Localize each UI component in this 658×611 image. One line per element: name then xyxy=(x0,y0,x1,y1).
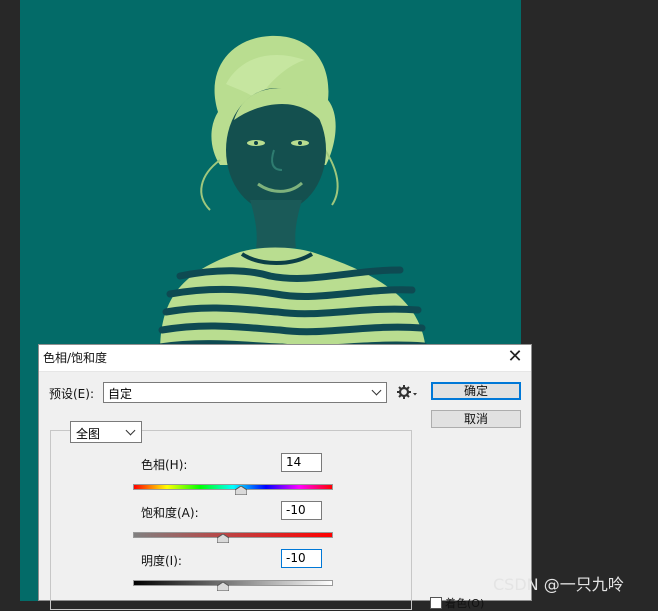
saturation-field[interactable]: -10 xyxy=(281,501,322,520)
ok-button[interactable]: 确定 xyxy=(431,382,521,400)
close-icon[interactable]: ✕ xyxy=(505,347,525,367)
lightness-label: 明度(I): xyxy=(141,554,182,568)
dialog-titlebar[interactable]: 色相/饱和度 ✕ xyxy=(39,345,531,372)
hue-saturation-dialog: 色相/饱和度 ✕ 预设(E): 自定 确定 取消 全图 色相(H): 14 饱和… xyxy=(38,344,532,610)
channel-select[interactable]: 全图 xyxy=(70,421,142,443)
chevron-down-icon xyxy=(371,385,382,396)
watermark: CSDN @一只九呤 xyxy=(493,575,624,594)
saturation-slider-thumb[interactable] xyxy=(217,534,230,543)
hue-field[interactable]: 14 xyxy=(281,453,322,472)
colorize-label: 着色(O) xyxy=(445,597,485,610)
lightness-field[interactable]: -10 xyxy=(281,549,322,568)
cancel-button[interactable]: 取消 xyxy=(431,410,521,428)
colorize-checkbox[interactable] xyxy=(430,597,442,609)
lightness-slider-thumb[interactable] xyxy=(217,582,230,591)
saturation-label: 饱和度(A): xyxy=(141,506,199,520)
hue-label: 色相(H): xyxy=(141,458,188,472)
chevron-down-icon xyxy=(125,425,136,436)
channel-value: 全图 xyxy=(76,427,101,441)
preset-label: 预设(E): xyxy=(49,387,94,401)
dialog-title: 色相/饱和度 xyxy=(43,351,108,365)
saturation-slider[interactable] xyxy=(133,532,333,538)
preset-select[interactable]: 自定 xyxy=(103,382,387,403)
preset-value: 自定 xyxy=(108,387,133,401)
hue-slider[interactable] xyxy=(133,484,333,490)
gear-icon[interactable] xyxy=(396,383,418,401)
hue-slider-thumb[interactable] xyxy=(234,486,247,495)
lightness-slider[interactable] xyxy=(133,580,333,586)
